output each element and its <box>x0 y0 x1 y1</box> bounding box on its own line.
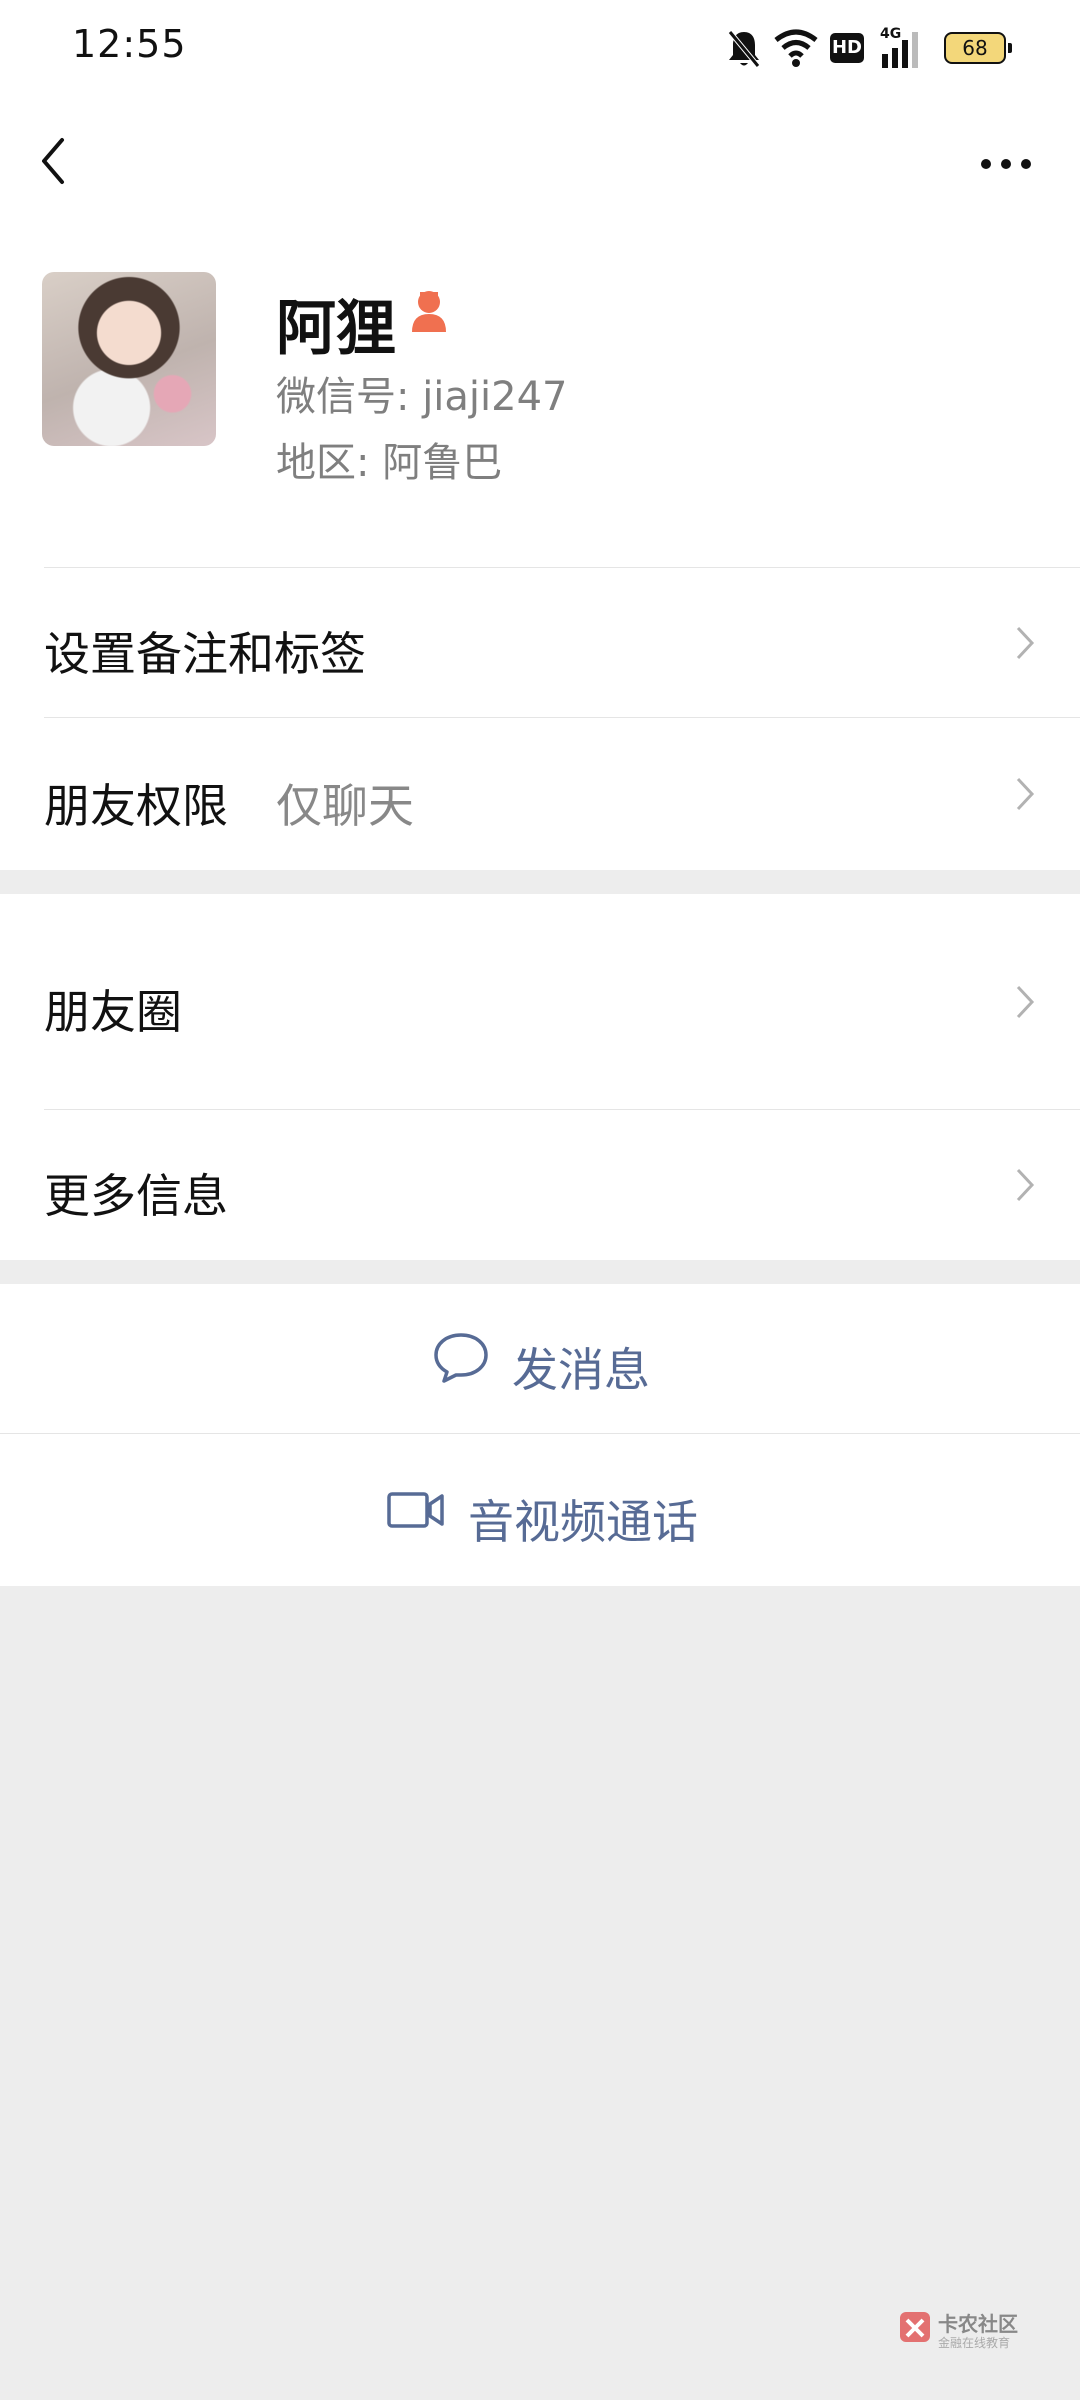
nav-bar <box>0 100 1080 230</box>
profile-header: 阿狸 微信号: jiaji247 地区: 阿鲁巴 <box>0 230 1080 568</box>
chevron-left-icon[interactable] <box>38 136 68 186</box>
row-permission-label: 朋友权限 <box>44 779 228 833</box>
wechat-id: 微信号: jiaji247 <box>276 374 568 420</box>
chevron-right-icon <box>1016 626 1035 660</box>
network-type: 4G <box>880 26 902 42</box>
region: 地区: 阿鲁巴 <box>276 440 503 486</box>
female-icon <box>412 291 446 332</box>
row-remark-tags[interactable]: 设置备注和标签 <box>0 568 1080 718</box>
wifi-icon <box>774 29 818 67</box>
row-moments-label: 朋友圈 <box>44 985 182 1039</box>
chat-bubble-icon <box>434 1333 488 1383</box>
row-friend-permission[interactable]: 朋友权限 仅聊天 <box>0 718 1080 870</box>
row-more-info[interactable]: 更多信息 <box>0 1110 1080 1260</box>
contact-name: 阿狸 <box>276 294 396 364</box>
video-call-button[interactable]: 音视频通话 <box>0 1434 1080 1586</box>
send-message-label: 发消息 <box>512 1343 650 1397</box>
status-time: 12:55 <box>72 22 187 66</box>
status-bar: 12:55 HD 4G 68 <box>0 0 1080 100</box>
battery-icon: 68 <box>944 32 1012 64</box>
row-remark-label: 设置备注和标签 <box>44 627 366 681</box>
chevron-right-icon <box>1016 777 1035 811</box>
avatar[interactable] <box>42 272 216 446</box>
battery-level: 68 <box>962 36 988 60</box>
signal-icon: 4G <box>880 26 926 70</box>
video-call-label: 音视频通话 <box>468 1495 698 1549</box>
watermark-subtext: 金融在线教育 <box>938 2336 1011 2350</box>
logo-icon <box>900 2312 930 2342</box>
row-moments[interactable]: 朋友圈 <box>0 894 1080 1110</box>
video-camera-icon <box>387 1492 444 1528</box>
more-horizontal-icon[interactable] <box>980 156 1032 172</box>
bell-off-icon <box>728 30 760 68</box>
row-more-info-label: 更多信息 <box>44 1169 228 1223</box>
send-message-button[interactable]: 发消息 <box>0 1284 1080 1434</box>
watermark-text: 卡农社区 <box>938 2312 1018 2336</box>
hd-icon: HD <box>830 33 864 63</box>
chevron-right-icon <box>1016 1168 1035 1202</box>
chevron-right-icon <box>1016 985 1035 1019</box>
row-permission-value: 仅聊天 <box>276 779 414 833</box>
